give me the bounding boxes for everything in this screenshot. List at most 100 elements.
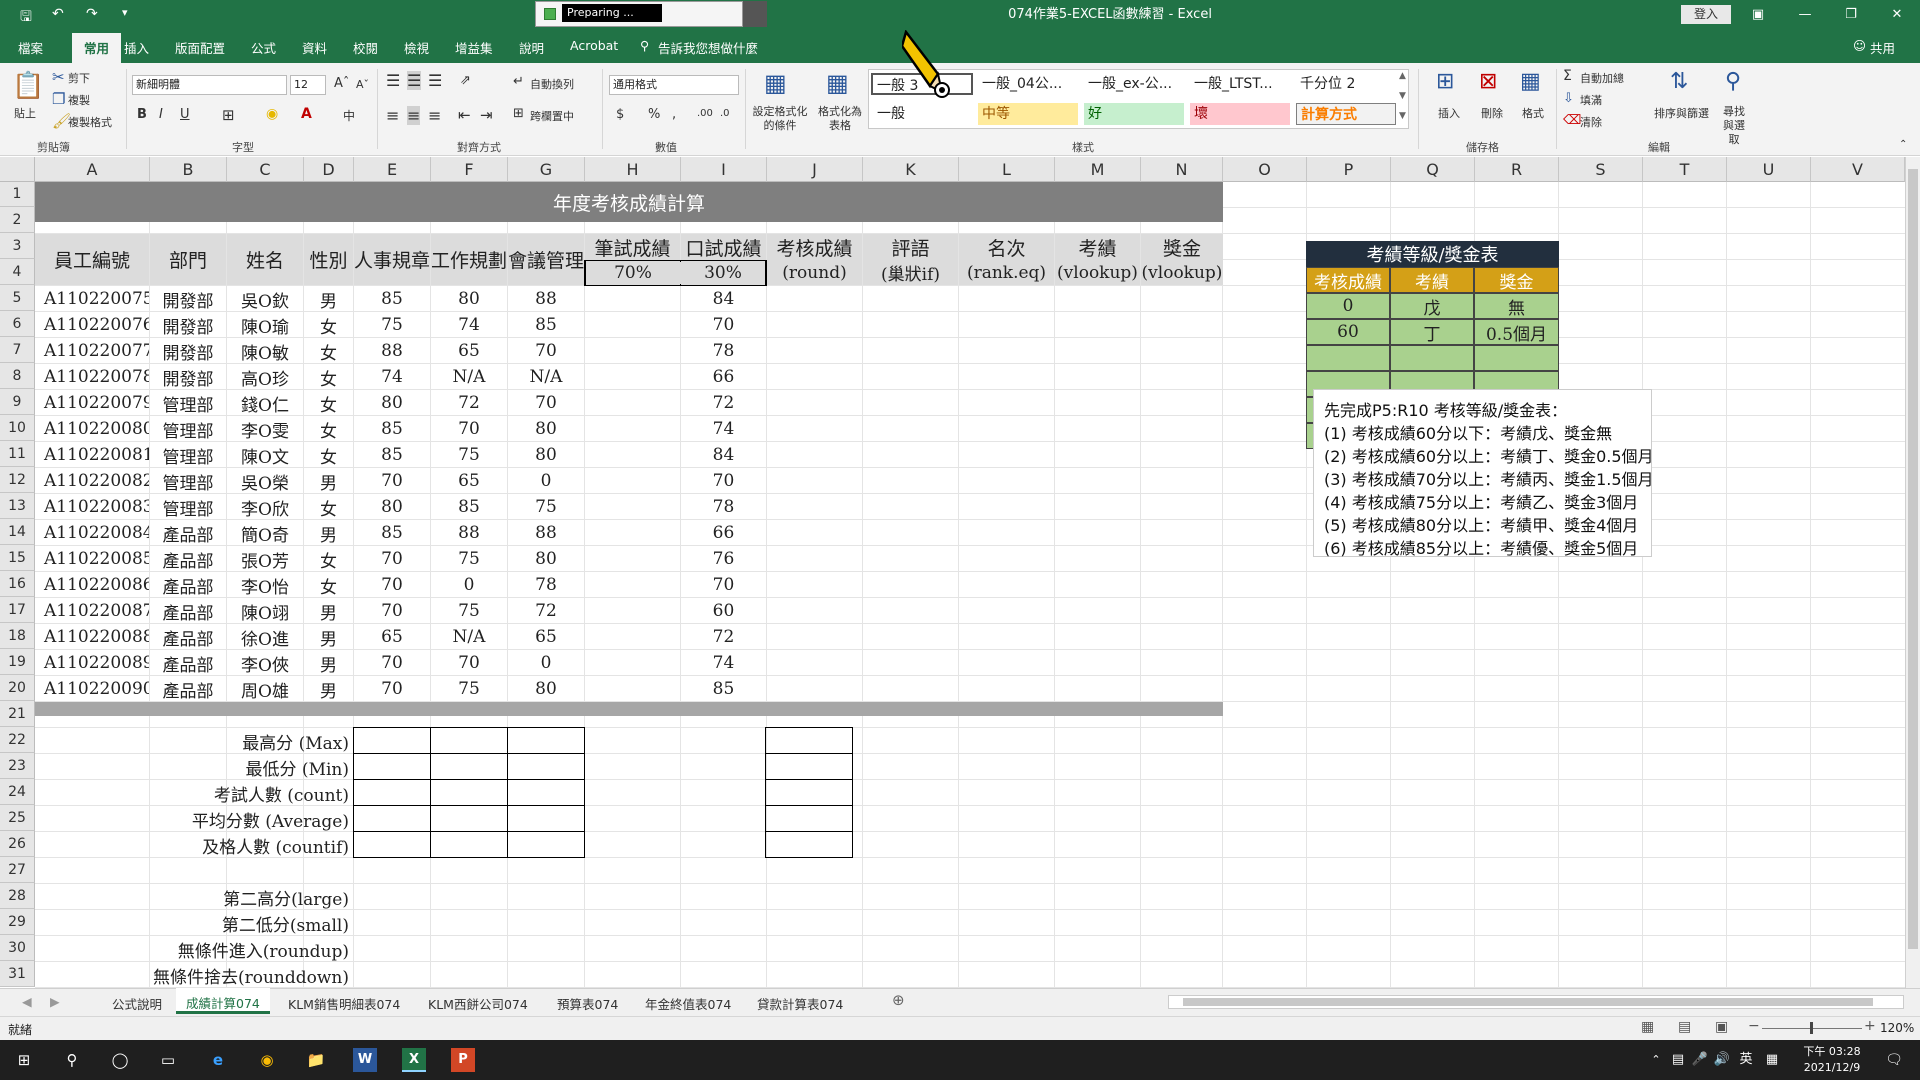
label-count[interactable]: 考試人數 (count) — [35, 780, 353, 806]
row-header-25[interactable]: 25 — [0, 805, 35, 831]
col-header-c[interactable]: C — [227, 157, 304, 182]
col-header-m[interactable]: M — [1055, 157, 1141, 182]
row-header-29[interactable]: 29 — [0, 909, 35, 935]
label-min[interactable]: 最低分 (Min) — [35, 754, 353, 780]
cell-employee-id[interactable]: A110220079 — [35, 390, 149, 416]
number-format-select[interactable]: 通用格式 — [609, 75, 739, 95]
vertical-scrollbar[interactable] — [1905, 157, 1920, 988]
cell-oral-score[interactable]: 70 — [681, 572, 766, 598]
cell-employee-id[interactable]: A110220088 — [35, 624, 149, 650]
cell-department[interactable]: 產品部 — [150, 520, 226, 546]
style-neutral[interactable]: 中等 — [978, 103, 1078, 125]
cell-meeting-management[interactable]: 72 — [508, 598, 584, 624]
autosum-button[interactable]: 自動加總 — [1580, 70, 1624, 86]
cell-gender[interactable]: 女 — [304, 338, 353, 364]
cell-oral-score[interactable]: 60 — [681, 598, 766, 624]
header-oral-score[interactable]: 口試成績 — [681, 234, 766, 260]
clock-time[interactable]: 下午 03:28 — [1796, 1043, 1868, 1059]
tab-view[interactable]: 檢視 — [404, 38, 429, 57]
delete-cells-button[interactable]: 刪除 — [1481, 105, 1503, 121]
grade-table-cell[interactable] — [1306, 345, 1390, 371]
tab-data[interactable]: 資料 — [302, 38, 327, 57]
cell-meeting-management[interactable]: 80 — [508, 546, 584, 572]
find-select-button[interactable]: 尋找與選取 — [1718, 105, 1750, 147]
grade-table-cell[interactable]: 60 — [1306, 319, 1390, 345]
row-header-31[interactable]: 31 — [0, 961, 35, 987]
close-icon[interactable]: ✕ — [1874, 0, 1920, 30]
stat-input-cell[interactable] — [430, 727, 508, 754]
cell-regulations[interactable]: 75 — [354, 312, 430, 338]
wrap-text-icon[interactable]: ↵ — [513, 74, 524, 89]
col-header-u[interactable]: U — [1727, 157, 1811, 182]
cell-oral-score[interactable]: 74 — [681, 650, 766, 676]
align-top-icon[interactable]: ☰ — [386, 71, 400, 90]
col-header-t[interactable]: T — [1643, 157, 1727, 182]
row-header-14[interactable]: 14 — [0, 519, 35, 545]
task-view-icon[interactable]: ▭ — [156, 1048, 180, 1072]
row-header-7[interactable]: 7 — [0, 337, 35, 363]
cell-meeting-management[interactable]: 88 — [508, 520, 584, 546]
gallery-up-icon[interactable]: ▲ — [1399, 71, 1406, 81]
header-employee-id[interactable]: 員工編號 — [35, 234, 149, 285]
cell-employee-id[interactable]: A110220076 — [35, 312, 149, 338]
notification-icon[interactable]: 🗨 — [1882, 1048, 1906, 1072]
grade-header-score[interactable]: 考核成績 — [1306, 267, 1390, 293]
cell-employee-id[interactable]: A110220080 — [35, 416, 149, 442]
cell-gender[interactable]: 男 — [304, 520, 353, 546]
paste-button[interactable]: 貼上 — [14, 105, 36, 121]
hint-round[interactable]: (round) — [767, 260, 862, 285]
conditional-format-button[interactable]: 設定格式化的條件 — [752, 105, 808, 133]
decrease-decimal-icon[interactable]: .0 — [720, 108, 730, 119]
cell-gender[interactable]: 女 — [304, 546, 353, 572]
row-header-30[interactable]: 30 — [0, 935, 35, 961]
cell-department[interactable]: 產品部 — [150, 676, 226, 702]
save-icon[interactable]: 🖫 — [20, 6, 32, 30]
cell-employee-id[interactable]: A110220082 — [35, 468, 149, 494]
tab-insert[interactable]: 插入 — [124, 38, 149, 57]
col-header-o[interactable]: O — [1223, 157, 1307, 182]
grade-table-cell[interactable]: 0 — [1306, 293, 1390, 319]
horizontal-scroll-thumb[interactable] — [1183, 998, 1873, 1006]
cell-meeting-management[interactable]: 88 — [508, 286, 584, 312]
share-button[interactable]: 共用 — [1870, 38, 1895, 57]
header-meeting-management[interactable]: 會議管理 — [508, 234, 584, 285]
fill-icon[interactable]: ⇩ — [1563, 91, 1574, 106]
cell-meeting-management[interactable]: 0 — [508, 468, 584, 494]
cell-employee-id[interactable]: A110220078 — [35, 364, 149, 390]
cell-department[interactable]: 產品部 — [150, 572, 226, 598]
autosum-icon[interactable]: Σ — [1563, 68, 1572, 84]
align-center-icon[interactable]: ≡ — [407, 106, 421, 125]
cell-oral-score[interactable]: 84 — [681, 286, 766, 312]
col-header-s[interactable]: S — [1559, 157, 1643, 182]
cell-gender[interactable]: 女 — [304, 312, 353, 338]
stat-input-cell[interactable] — [430, 779, 508, 806]
clear-icon[interactable]: ⌫ — [1563, 113, 1581, 128]
stat-input-cell[interactable] — [765, 831, 853, 858]
cell-name[interactable]: 徐O進 — [227, 624, 303, 650]
worksheet-grid[interactable]: 年度考核成績計算 員工編號 部門 姓名 性別 人事規章 工作規劃 會議管理 筆試… — [35, 182, 1905, 988]
tab-formulas[interactable]: 公式 — [251, 38, 276, 57]
label-countif[interactable]: 及格人數 (countif) — [35, 832, 353, 858]
cell-work-planning[interactable]: 75 — [431, 442, 507, 468]
collapse-ribbon-icon[interactable]: ⌃ — [1899, 139, 1907, 150]
col-header-g[interactable]: G — [508, 157, 585, 182]
cell-name[interactable]: 周O雄 — [227, 676, 303, 702]
header-performance[interactable]: 考績 — [1055, 234, 1140, 260]
header-name[interactable]: 姓名 — [227, 234, 303, 285]
col-header-k[interactable]: K — [863, 157, 959, 182]
row-header-26[interactable]: 26 — [0, 831, 35, 857]
sheet-tab-score-calc[interactable]: 成績計算074 — [176, 988, 270, 1014]
cell-department[interactable]: 產品部 — [150, 624, 226, 650]
font-color-icon[interactable]: A — [301, 106, 312, 122]
undo-icon[interactable]: ↶ — [52, 6, 64, 22]
cell-meeting-management[interactable]: 78 — [508, 572, 584, 598]
row-header-10[interactable]: 10 — [0, 415, 35, 441]
cell-work-planning[interactable]: 85 — [431, 494, 507, 520]
cell-work-planning[interactable]: 70 — [431, 650, 507, 676]
merge-center-icon[interactable]: ⊞ — [513, 106, 524, 121]
row-header-3[interactable]: 3 — [0, 233, 35, 259]
customize-quick-access-icon[interactable]: ▾ — [122, 6, 128, 19]
cell-employee-id[interactable]: A110220089 — [35, 650, 149, 676]
cell-employee-id[interactable]: A110220085 — [35, 546, 149, 572]
cell-name[interactable]: 吳O榮 — [227, 468, 303, 494]
